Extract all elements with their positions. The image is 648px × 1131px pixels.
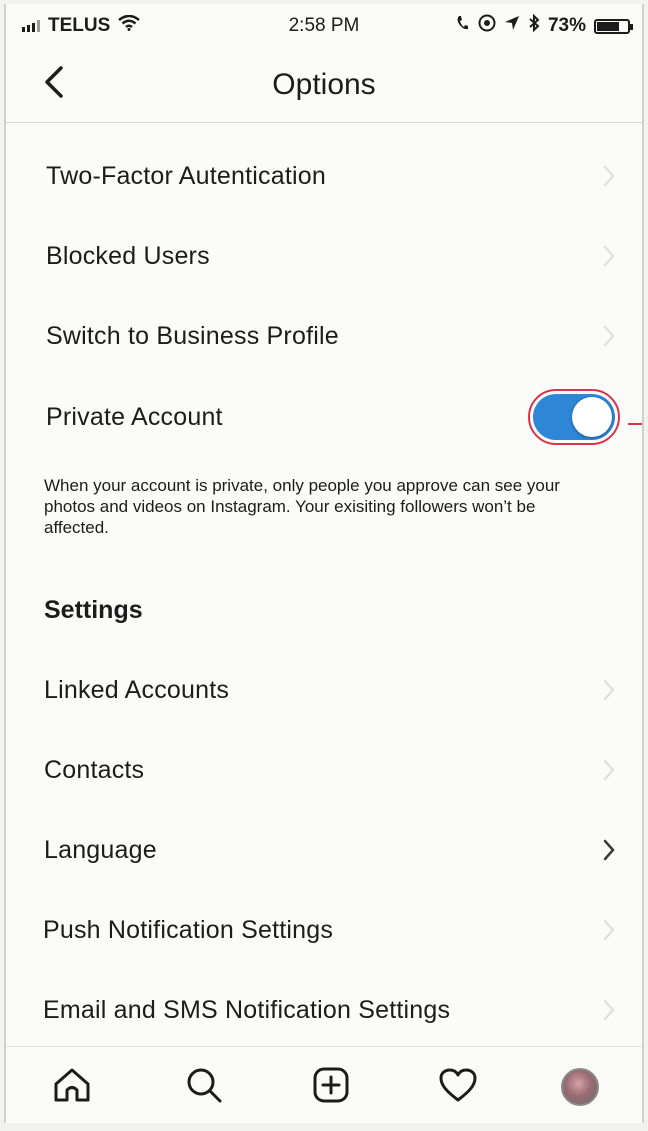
add-post-tab[interactable] xyxy=(309,1065,353,1109)
toggle-knob xyxy=(572,397,612,437)
add-post-icon xyxy=(312,1066,350,1109)
row-label: Linked Accounts xyxy=(44,675,230,704)
back-button[interactable] xyxy=(34,64,74,104)
home-tab[interactable] xyxy=(50,1065,94,1109)
private-account-toggle[interactable] xyxy=(528,389,620,445)
chevron-right-icon xyxy=(600,758,618,782)
search-tab[interactable] xyxy=(182,1065,226,1109)
linked-accounts-row[interactable]: Linked Accounts xyxy=(6,655,642,725)
avatar xyxy=(561,1068,599,1106)
activity-tab[interactable] xyxy=(436,1065,480,1109)
row-label: Push Notification Settings xyxy=(43,915,334,944)
two-factor-authentication-row[interactable]: Two-Factor Autentication xyxy=(6,141,642,211)
bluetooth-icon xyxy=(528,13,540,38)
chevron-right-icon xyxy=(600,324,618,348)
status-left: TELUS xyxy=(22,14,141,37)
annotation-line xyxy=(628,423,642,425)
status-bar: TELUS 2:58 PM 73% xyxy=(6,4,642,48)
battery-fill xyxy=(597,21,619,31)
location-icon xyxy=(504,15,520,37)
chevron-left-icon xyxy=(43,65,65,104)
push-notification-settings-row[interactable]: Push Notification Settings xyxy=(6,895,642,965)
row-label: Language xyxy=(44,835,157,864)
private-account-row: Private Account xyxy=(6,382,642,452)
tab-bar xyxy=(6,1046,642,1123)
settings-section-header: Settings xyxy=(44,596,143,624)
private-account-description: When your account is private, only peopl… xyxy=(44,476,560,537)
row-label: Email and SMS Notification Settings xyxy=(43,995,451,1024)
status-right: 73% xyxy=(456,13,633,38)
toggle-track xyxy=(533,394,615,440)
phone-icon xyxy=(456,15,470,37)
contacts-row[interactable]: Contacts xyxy=(6,735,642,805)
search-icon xyxy=(184,1065,224,1110)
navigation-bar: Options xyxy=(6,48,642,123)
chevron-right-icon xyxy=(600,838,618,862)
at-icon xyxy=(478,14,496,38)
profile-tab[interactable] xyxy=(558,1065,602,1109)
language-row[interactable]: Language xyxy=(6,815,642,885)
chevron-right-icon xyxy=(600,164,618,188)
blocked-users-row[interactable]: Blocked Users xyxy=(6,221,642,291)
chevron-right-icon xyxy=(600,244,618,268)
chevron-right-icon xyxy=(600,678,618,702)
activity-heart-icon xyxy=(438,1067,478,1108)
row-label: Blocked Users xyxy=(46,241,210,270)
signal-icon xyxy=(22,20,40,32)
switch-to-business-profile-row[interactable]: Switch to Business Profile xyxy=(6,301,642,371)
private-account-label: Private Account xyxy=(46,402,223,431)
carrier-label: TELUS xyxy=(48,15,111,36)
email-sms-notification-settings-row[interactable]: Email and SMS Notification Settings xyxy=(6,975,642,1045)
chevron-right-icon xyxy=(600,998,618,1022)
battery-percent: 73% xyxy=(547,15,586,36)
row-label: Switch to Business Profile xyxy=(46,321,339,350)
row-label: Two-Factor Autentication xyxy=(46,161,326,190)
row-label: Contacts xyxy=(44,755,145,784)
options-screen: TELUS 2:58 PM 73% Options Two-Factor Aut… xyxy=(4,4,644,1123)
chevron-right-icon xyxy=(600,918,618,942)
wifi-icon xyxy=(118,14,141,37)
home-icon xyxy=(52,1066,92,1109)
page-title: Options xyxy=(272,68,376,101)
battery-icon xyxy=(594,18,633,34)
